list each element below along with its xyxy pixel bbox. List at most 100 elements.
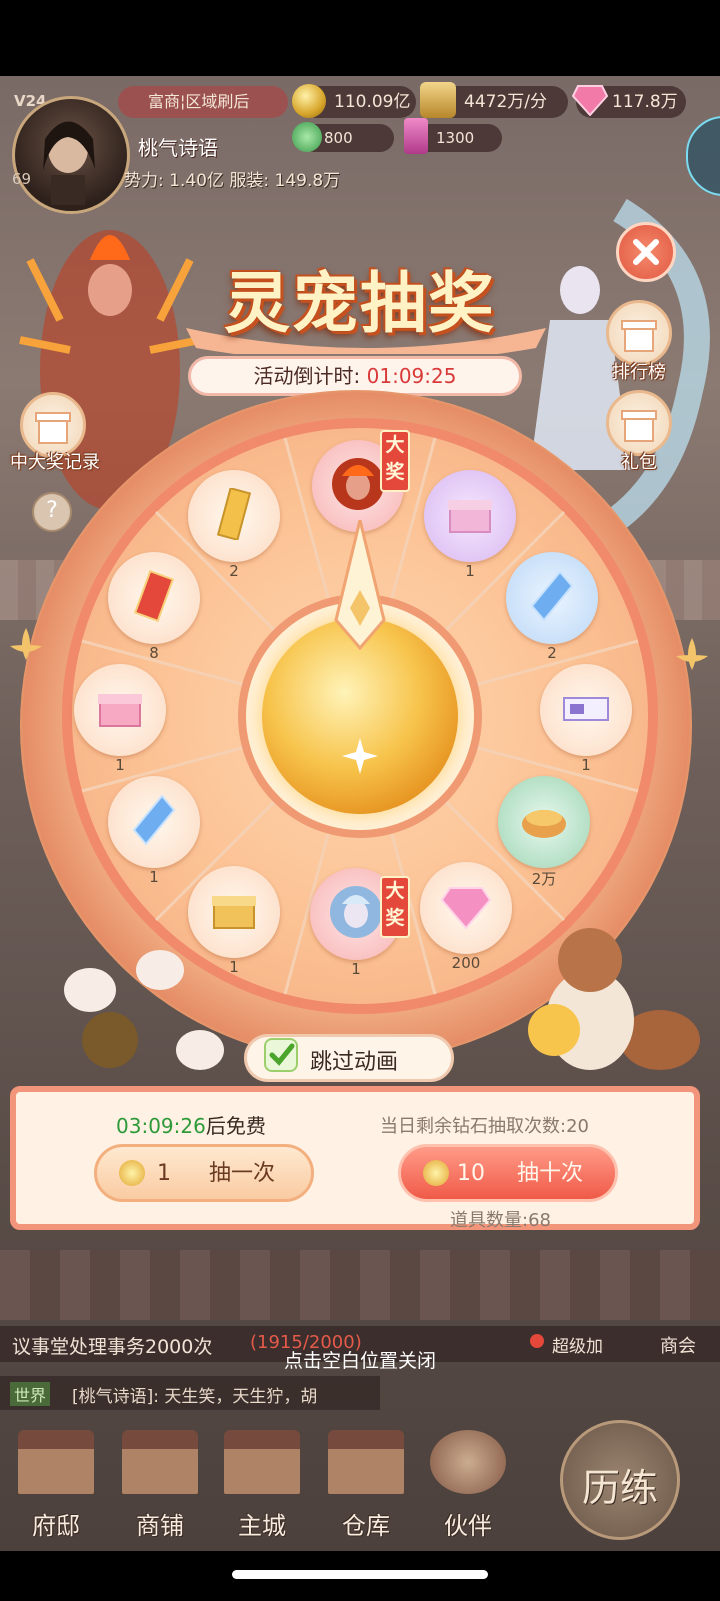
slot-count: 1 <box>581 756 591 774</box>
gold-ticket-icon <box>216 488 252 540</box>
piglet-band-illustration <box>30 930 250 1090</box>
avatar-portrait-icon <box>43 121 95 205</box>
draw-ten-label: 抽十次 <box>517 1161 584 1186</box>
slot-count: 200 <box>451 954 481 972</box>
ice-pet-icon <box>330 886 382 938</box>
draw-once-button[interactable]: 1 抽一次 <box>94 1144 314 1202</box>
purple-chest-icon <box>448 500 492 533</box>
shop-icon <box>122 1430 198 1494</box>
free-timer-time: 03:09:26 <box>116 1114 206 1138</box>
free-timer: 03:09:26后免费 <box>116 1110 266 1139</box>
red-envelope-icon <box>133 570 175 622</box>
wheel-pointer <box>326 519 394 651</box>
wheel-slot-diamond: 200 <box>420 862 512 972</box>
purple-ticket-icon <box>404 118 428 154</box>
fire-pet-icon <box>332 458 384 510</box>
blue-crystal-icon <box>530 570 574 622</box>
diamond-icon <box>440 887 492 930</box>
wheel-slot-blue-crystal: 2 <box>506 552 598 662</box>
skip-animation-label: 跳过动画 <box>310 1050 399 1075</box>
wheel-slot-gold-ticket: 2 <box>188 470 280 580</box>
gift-box-icon <box>621 320 657 352</box>
wheel-slot-red-envelope: 8 <box>108 552 200 662</box>
nav-mansion[interactable]: 府邸 <box>8 1420 104 1540</box>
ranking-banner[interactable]: 富商¦区域刷后 <box>118 86 288 118</box>
slot-count: 2 <box>547 644 557 662</box>
nav-label: 府邸 <box>32 1512 80 1540</box>
bowl-icon <box>522 810 566 838</box>
power-text: 势力: 1.40亿 服装: 149.8万 <box>124 171 341 191</box>
draw-once-label: 抽一次 <box>209 1161 276 1186</box>
slot-count: 2万 <box>531 870 557 888</box>
slot-count: 1 <box>149 868 159 886</box>
countdown-time: 01:09:25 <box>366 364 457 388</box>
wheel-slot-purple-ticket: 1 <box>540 664 632 774</box>
nav-warehouse[interactable]: 仓库 <box>318 1420 414 1540</box>
lotus-ornament-icon <box>672 634 712 674</box>
status-bar <box>0 0 720 76</box>
gold-amount: 110.09亿 <box>334 92 411 112</box>
remaining-draws: 当日剩余钻石抽取次数:20 <box>380 1112 589 1138</box>
pink-gem-icon <box>571 84 609 117</box>
lotus-ornament-icon <box>6 624 46 664</box>
jade-icon <box>292 122 322 152</box>
chat-message: [桃气诗语]: 天生笑，天生狞，胡 <box>72 1387 318 1407</box>
ranking-button[interactable] <box>606 300 672 366</box>
gold-coin-icon <box>292 84 326 118</box>
help-button[interactable]: ? <box>32 492 72 532</box>
grand-prize-tag: 大奖 <box>380 430 410 492</box>
slot-count: 2 <box>229 562 239 580</box>
warehouse-icon <box>328 1430 404 1494</box>
city-icon <box>224 1430 300 1494</box>
nav-label: 主城 <box>238 1512 286 1540</box>
mansion-icon <box>18 1430 94 1494</box>
item-count-value: 68 <box>528 1210 551 1231</box>
wheel-slot-pink-chest: 1 <box>74 664 166 774</box>
slot-count: 1 <box>465 562 475 580</box>
ticket-icon <box>563 697 609 721</box>
countdown-label: 活动倒计时: <box>253 364 361 388</box>
ranking-label: 排行榜 <box>612 362 666 383</box>
nav-label: 仓库 <box>342 1512 390 1540</box>
ticket-amount: 1300 <box>436 129 475 147</box>
nav-shop[interactable]: 商铺 <box>112 1420 208 1540</box>
world-chat-bar[interactable]: 世界 [桃气诗语]: 天生笑，天生狞，胡 <box>0 1376 380 1410</box>
income-amount: 4472万/分 <box>464 92 547 112</box>
free-timer-suffix: 后免费 <box>205 1114 266 1138</box>
nav-label: 伙伴 <box>444 1512 492 1540</box>
partner-icon <box>430 1430 506 1494</box>
gem-amount: 117.8万 <box>612 92 678 112</box>
player-avatar[interactable] <box>12 96 130 214</box>
close-hint: 点击空白位置关闭 <box>283 1350 436 1372</box>
slot-count: 8 <box>149 644 159 662</box>
item-count-label: 道具数量: <box>450 1210 529 1231</box>
checkbox-checked-icon[interactable] <box>264 1038 298 1072</box>
close-icon <box>633 239 659 265</box>
wheel-slot-green-bowl: 2万 <box>498 776 590 888</box>
blue-crystal-icon <box>132 794 176 846</box>
nav-partner[interactable]: 伙伴 <box>420 1420 516 1540</box>
draw-ticket-icon <box>423 1160 449 1186</box>
slot-count: 1 <box>351 960 361 978</box>
nav-label: 商铺 <box>136 1512 184 1540</box>
training-button[interactable]: 历练 <box>560 1420 680 1540</box>
chat-channel: 世界 <box>10 1382 51 1406</box>
level-label: 69 <box>12 170 32 188</box>
close-button[interactable] <box>616 222 676 282</box>
grand-prize-tag: 大奖 <box>380 876 410 938</box>
draw-once-cost: 1 <box>157 1161 171 1186</box>
draw-ten-button[interactable]: 10 抽十次 <box>398 1144 618 1202</box>
training-label: 历练 <box>581 1466 658 1510</box>
player-name: 桃气诗语 <box>138 136 218 160</box>
remaining-draws-label: 当日剩余钻石抽取次数: <box>380 1116 567 1137</box>
remaining-draws-count: 20 <box>566 1116 589 1137</box>
jade-amount: 800 <box>324 129 353 147</box>
draw-ten-cost: 10 <box>457 1161 485 1186</box>
income-gold-icon <box>420 82 456 118</box>
wheel-slot-purple-chest: 1 <box>424 470 516 580</box>
home-indicator[interactable] <box>232 1570 488 1579</box>
nav-main-city[interactable]: 主城 <box>214 1420 310 1540</box>
wheel-slot-blue-crystal-2: 1 <box>108 776 200 886</box>
raccoon-mascot-illustration <box>500 920 710 1090</box>
bottom-navigation: 府邸 商铺 主城 仓库 伙伴 历练 <box>0 1420 720 1550</box>
